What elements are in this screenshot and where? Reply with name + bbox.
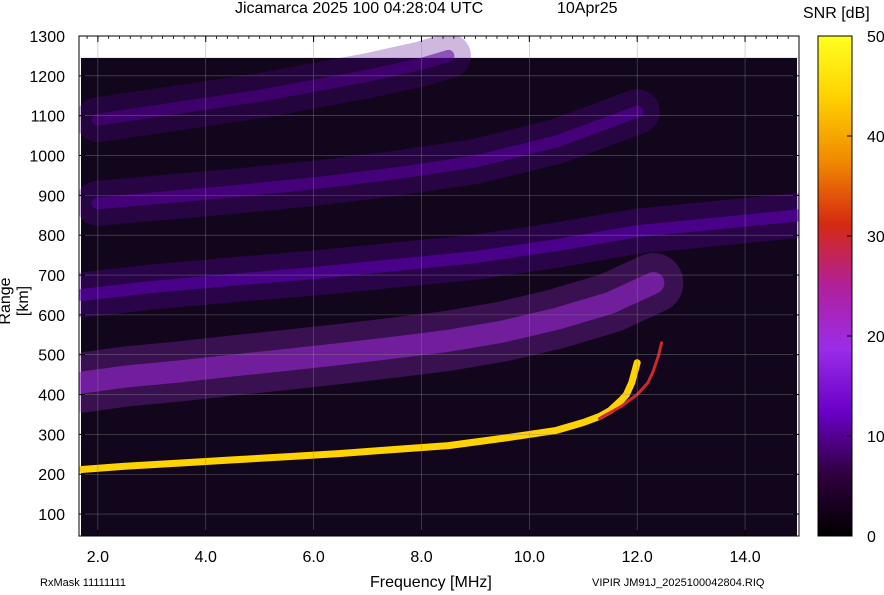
colorbar: 0 10 20 30 40 50	[817, 29, 884, 546]
colorbar-tick-label: 10	[867, 429, 884, 446]
colorbar-gradient	[817, 35, 853, 537]
colorbar-tick-label: 50	[867, 29, 884, 46]
y-tick-label: 300	[38, 427, 65, 444]
x-tick-label: 14.0	[729, 549, 760, 566]
y-tick-label: 700	[38, 268, 65, 285]
y-tick-label: 900	[38, 188, 65, 205]
chart-date: 10Apr25	[557, 0, 618, 17]
x-tick-label: 10.0	[514, 549, 545, 566]
y-tick-label: 1200	[29, 69, 65, 86]
y-tick-label: 100	[38, 507, 65, 524]
file-name-label: VIPIR JM91J_2025100042804.RIQ	[592, 577, 765, 589]
y-tick-label: 1000	[29, 149, 65, 166]
rx-mask-label: RxMask 11111111	[40, 577, 127, 589]
colorbar-title: SNR [dB]	[803, 5, 870, 22]
y-tick-label: 200	[38, 467, 65, 484]
y-tick-label: 1300	[29, 29, 65, 46]
x-tick-label: 8.0	[410, 549, 432, 566]
y-tick-label: 500	[38, 348, 65, 365]
colorbar-tick-label: 30	[867, 229, 884, 246]
y-tick-label: 400	[38, 388, 65, 405]
x-tick-label: 6.0	[302, 549, 324, 566]
y-axis-label: Range [km]	[0, 277, 32, 325]
colorbar-tick-label: 0	[867, 529, 876, 546]
colorbar-tick-label: 20	[867, 329, 884, 346]
chart-title: Jicamarca 2025 100 04:28:04 UTC	[235, 0, 484, 17]
x-tick-label: 12.0	[622, 549, 653, 566]
x-axis-label: Frequency [MHz]	[370, 574, 492, 591]
colorbar-tick-label: 40	[867, 129, 884, 146]
y-tick-label: 600	[38, 308, 65, 325]
x-tick-label: 4.0	[195, 549, 217, 566]
y-tick-label: 800	[38, 228, 65, 245]
ionogram-chart: 2.0 4.0 6.0 8.0 10.0 12.0 14.01002003004005006…	[29, 29, 884, 566]
y-tick-label: 1100	[31, 109, 66, 126]
x-tick-label: 2.0	[87, 549, 109, 566]
